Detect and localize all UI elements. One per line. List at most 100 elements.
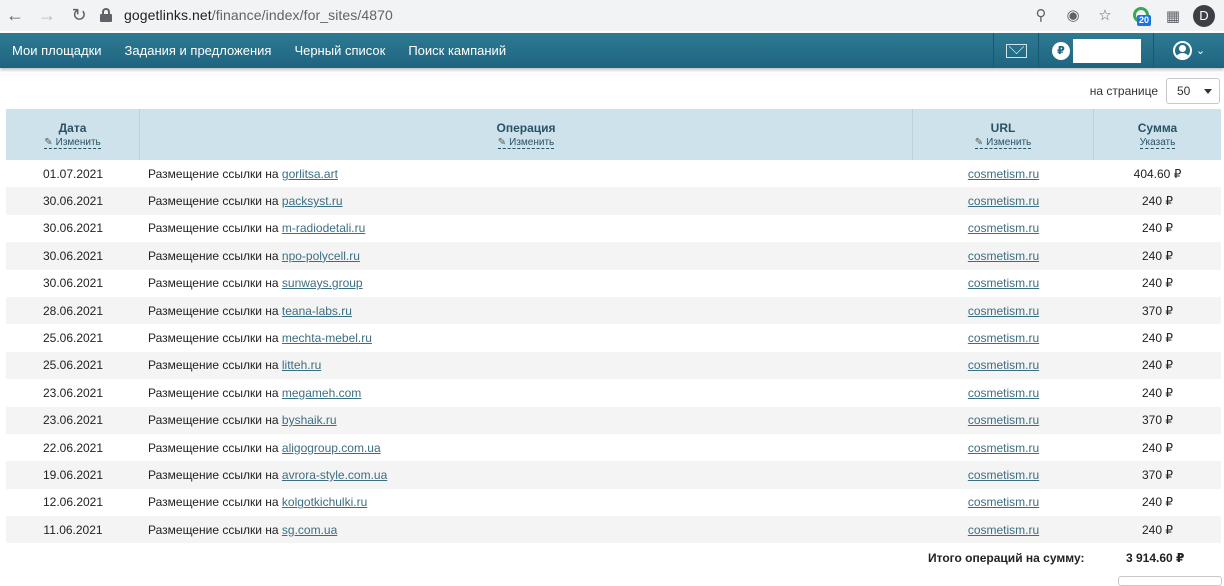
balance-value-box bbox=[1073, 38, 1141, 63]
row-url: cosmetism.ru bbox=[913, 386, 1094, 400]
operation-site-link[interactable]: megameh.com bbox=[282, 386, 361, 400]
row-url-link[interactable]: cosmetism.ru bbox=[968, 249, 1039, 263]
table-row: 12.06.2021 Размещение ссылки на kolgotkic… bbox=[6, 489, 1221, 516]
table-row: 28.06.2021 Размещение ссылки на teana-lab… bbox=[6, 296, 1221, 325]
operation-prefix: Размещение ссылки на bbox=[148, 358, 279, 373]
url-path: /finance/index/for_sites/4870 bbox=[211, 7, 393, 23]
row-url-link[interactable]: cosmetism.ru bbox=[968, 386, 1039, 400]
nav-item-blacklist[interactable]: Черный список bbox=[294, 43, 385, 58]
row-operation: Размещение ссылки на litteh.ru bbox=[140, 358, 913, 372]
row-sum: 240 ₽ bbox=[1142, 495, 1173, 510]
sum-specify-link[interactable]: Указать bbox=[1139, 137, 1176, 149]
user-menu[interactable]: ⌄ bbox=[1154, 33, 1224, 68]
row-url-link[interactable]: cosmetism.ru bbox=[968, 495, 1039, 509]
row-operation: Размещение ссылки на sunways.group bbox=[140, 276, 913, 290]
row-url-link[interactable]: cosmetism.ru bbox=[968, 441, 1039, 455]
row-operation: Размещение ссылки на kolgotkichulki.ru bbox=[140, 495, 913, 509]
operation-prefix: Размещение ссылки на bbox=[148, 221, 279, 236]
row-url-link[interactable]: cosmetism.ru bbox=[968, 523, 1039, 537]
table-row: 30.06.2021 Размещение ссылки на packsyst.… bbox=[6, 187, 1221, 215]
row-url: cosmetism.ru bbox=[913, 276, 1094, 290]
nav-item-my-sites[interactable]: Мои площадки bbox=[12, 43, 102, 58]
operation-site-link[interactable]: litteh.ru bbox=[282, 358, 321, 372]
row-url-link[interactable]: cosmetism.ru bbox=[968, 358, 1039, 372]
row-date: 30.06.2021 bbox=[42, 194, 104, 209]
total-value: 3 914.60 ₽ bbox=[1126, 551, 1185, 565]
total-row: Итого операций на сумму: 3 914.60 ₽ bbox=[0, 551, 1224, 569]
back-arrow-icon[interactable]: ← bbox=[2, 3, 28, 29]
row-url-link[interactable]: cosmetism.ru bbox=[968, 413, 1039, 427]
lock-icon[interactable] bbox=[100, 8, 112, 22]
finance-table: Дата ✎ Изменить Операция ✎ Изменить URL ✎ И… bbox=[6, 109, 1221, 544]
operation-site-link[interactable]: sunways.group bbox=[282, 276, 363, 290]
date-change-link[interactable]: ✎ Изменить bbox=[44, 137, 101, 149]
row-operation: Размещение ссылки на mechta-mebel.ru bbox=[140, 331, 913, 345]
extension-badge-icon[interactable]: 20 bbox=[1131, 5, 1153, 27]
operation-site-link[interactable]: m-radiodetali.ru bbox=[282, 221, 365, 235]
operation-site-link[interactable]: packsyst.ru bbox=[282, 194, 343, 208]
operation-site-link[interactable]: sg.com.ua bbox=[282, 523, 337, 537]
profile-avatar[interactable]: D bbox=[1193, 4, 1215, 27]
row-url: cosmetism.ru bbox=[913, 413, 1094, 427]
operation-prefix: Размещение ссылки на bbox=[148, 413, 279, 428]
row-url: cosmetism.ru bbox=[913, 358, 1094, 372]
operation-site-link[interactable]: byshaik.ru bbox=[282, 413, 337, 427]
reload-icon[interactable]: ↻ bbox=[66, 3, 92, 29]
row-url: cosmetism.ru bbox=[913, 331, 1094, 345]
operation-prefix: Размещение ссылки на bbox=[148, 522, 279, 537]
operation-change-link[interactable]: ✎ Изменить bbox=[497, 136, 555, 149]
row-url-link[interactable]: cosmetism.ru bbox=[968, 221, 1039, 235]
table-row: 01.07.2021 Размещение ссылки на gorlitsa.… bbox=[6, 160, 1221, 187]
table-row: 23.06.2021 Размещение ссылки на byshaik.r… bbox=[6, 406, 1221, 434]
pencil-icon: ✎ bbox=[497, 136, 507, 148]
operation-site-link[interactable]: npo-polycell.ru bbox=[282, 249, 360, 263]
nav-item-campaign-search[interactable]: Поиск кампаний bbox=[408, 43, 506, 58]
table-row: 30.06.2021 Размещение ссылки на npo-polyc… bbox=[6, 242, 1221, 270]
table-row: 30.06.2021 Размещение ссылки на m-radiode… bbox=[6, 215, 1221, 242]
operation-site-link[interactable]: avrora-style.com.ua bbox=[282, 468, 387, 482]
bookmark-star-icon[interactable]: ☆ bbox=[1095, 6, 1115, 24]
operation-prefix: Размещение ссылки на bbox=[148, 303, 279, 318]
row-date: 28.06.2021 bbox=[42, 303, 104, 318]
row-url-link[interactable]: cosmetism.ru bbox=[968, 194, 1039, 208]
bottom-control[interactable] bbox=[1118, 576, 1222, 586]
row-url-link[interactable]: cosmetism.ru bbox=[968, 167, 1039, 181]
operation-site-link[interactable]: teana-labs.ru bbox=[282, 304, 352, 318]
row-url-link[interactable]: cosmetism.ru bbox=[968, 331, 1039, 345]
row-url: cosmetism.ru bbox=[913, 304, 1094, 318]
operation-prefix: Размещение ссылки на bbox=[148, 495, 279, 510]
row-operation: Размещение ссылки на npo-polycell.ru bbox=[140, 249, 913, 263]
tracking-blocked-eye-icon[interactable]: ◉ bbox=[1063, 6, 1083, 24]
operation-site-link[interactable]: kolgotkichulki.ru bbox=[282, 495, 367, 509]
table-row: 30.06.2021 Размещение ссылки на sunways.g… bbox=[6, 270, 1221, 297]
row-operation: Размещение ссылки на byshaik.ru bbox=[140, 413, 913, 427]
row-url-link[interactable]: cosmetism.ru bbox=[968, 276, 1039, 290]
row-operation: Размещение ссылки на packsyst.ru bbox=[140, 194, 913, 208]
row-sum: 240 ₽ bbox=[1142, 221, 1173, 236]
address-url[interactable]: gogetlinks.net/finance/index/for_sites/4… bbox=[124, 7, 393, 23]
browser-toolbar: ← → ↻ gogetlinks.net/finance/index/for_s… bbox=[0, 0, 1224, 31]
row-date: 19.06.2021 bbox=[42, 467, 104, 482]
operation-site-link[interactable]: aligogroup.com.ua bbox=[282, 441, 381, 455]
row-date: 30.06.2021 bbox=[42, 248, 104, 263]
table-row: 23.06.2021 Размещение ссылки на megameh.c… bbox=[6, 379, 1221, 406]
per-page-select[interactable]: 50 bbox=[1166, 78, 1220, 104]
balance[interactable]: ₽ bbox=[1039, 33, 1153, 68]
operation-site-link[interactable]: gorlitsa.art bbox=[282, 167, 338, 181]
operation-prefix: Размещение ссылки на bbox=[148, 166, 279, 181]
url-change-link[interactable]: ✎ Изменить bbox=[974, 137, 1032, 149]
forward-arrow-icon[interactable]: → bbox=[34, 3, 60, 29]
row-sum: 370 ₽ bbox=[1142, 467, 1173, 482]
extensions-puzzle-icon[interactable]: ▦ bbox=[1163, 7, 1183, 25]
row-date: 01.07.2021 bbox=[42, 166, 104, 181]
nav-item-tasks-offers[interactable]: Задания и предложения bbox=[125, 43, 272, 58]
zoom-icon[interactable]: ⚲ bbox=[1031, 6, 1051, 24]
row-url-link[interactable]: cosmetism.ru bbox=[968, 468, 1039, 482]
row-url-link[interactable]: cosmetism.ru bbox=[968, 304, 1039, 318]
row-sum: 240 ₽ bbox=[1142, 331, 1173, 346]
mail-icon[interactable] bbox=[994, 33, 1038, 68]
operation-site-link[interactable]: mechta-mebel.ru bbox=[282, 331, 372, 345]
address-bar[interactable]: gogetlinks.net/finance/index/for_sites/4… bbox=[90, 1, 1123, 29]
row-sum: 240 ₽ bbox=[1142, 440, 1173, 455]
extension-badge-count: 20 bbox=[1137, 14, 1152, 26]
